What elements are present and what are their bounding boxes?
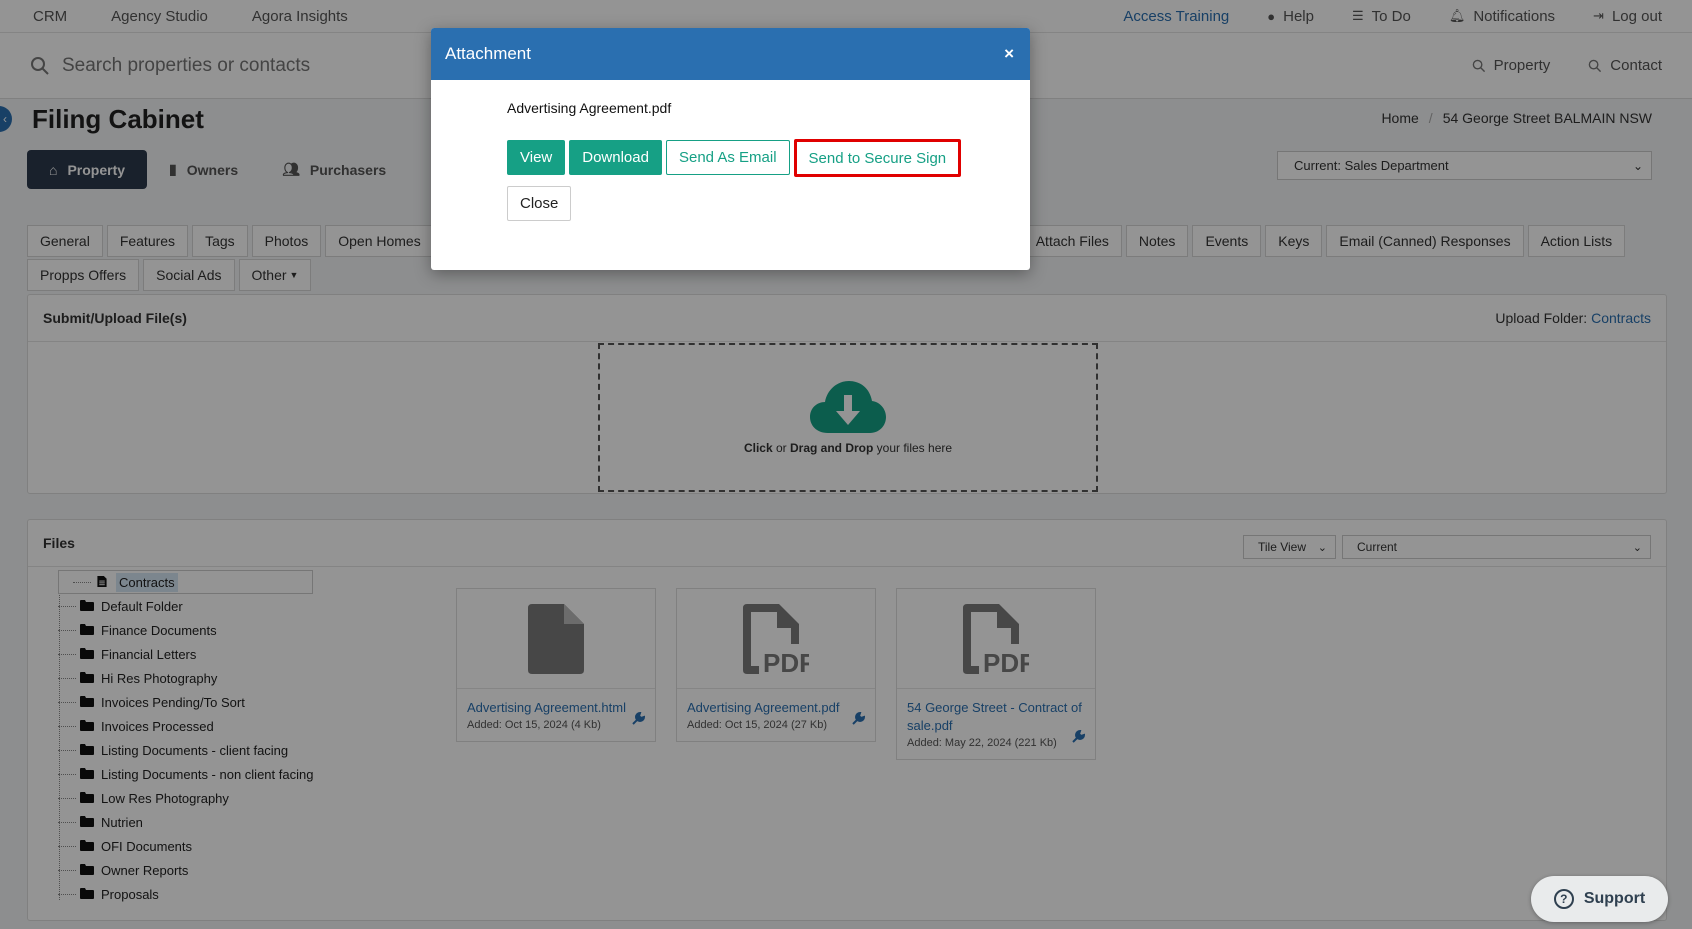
send-as-email-button[interactable]: Send As Email (665, 140, 790, 175)
attachment-filename: Advertising Agreement.pdf (507, 100, 672, 116)
support-button[interactable]: ? Support (1531, 876, 1668, 922)
question-icon: ? (1553, 889, 1574, 909)
support-label: Support (1583, 890, 1646, 907)
modal-header: Attachment × (431, 28, 1030, 80)
close-icon[interactable]: × (1004, 44, 1014, 64)
modal-actions: View Download Send As Email Send to Secu… (507, 139, 1030, 177)
modal-body: Advertising Agreement.pdf View Download … (431, 80, 1030, 221)
send-to-secure-sign-button[interactable]: Send to Secure Sign (793, 139, 962, 177)
close-button[interactable]: Close (507, 186, 572, 221)
download-button[interactable]: Download (569, 140, 662, 175)
modal-title: Attachment (445, 44, 531, 63)
attachment-modal: Attachment × Advertising Agreement.pdf V… (431, 28, 1030, 270)
view-button[interactable]: View (507, 140, 566, 175)
